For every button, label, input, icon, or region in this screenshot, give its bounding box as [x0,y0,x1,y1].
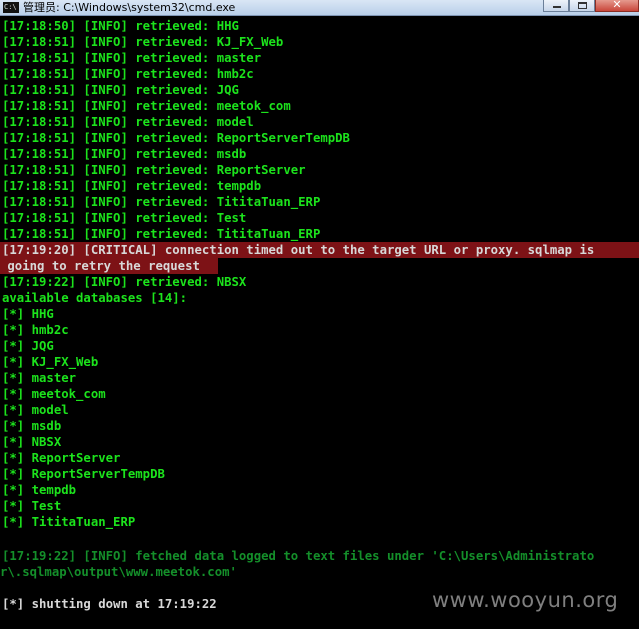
title-bar[interactable]: C:\ 管理员: C:\Windows\system32\cmd.exe ✕ [0,0,639,16]
minimize-button[interactable] [543,0,569,12]
window-controls: ✕ [543,0,639,12]
critical-line-continued: going to retry the request [0,259,200,273]
console-line: [17:18:51] [INFO] retrieved: master [2,51,262,65]
database-item: [*] Test [2,499,62,513]
console-line: [17:18:51] [INFO] retrieved: ReportServe… [2,131,350,145]
database-item: [*] ReportServer [2,451,121,465]
database-item: [*] master [2,371,77,385]
close-icon: ✕ [612,0,622,11]
console-line: [17:19:22] [INFO] fetched data logged to… [2,549,595,563]
maximize-button[interactable] [569,0,595,12]
database-item: [*] ReportServerTempDB [2,467,165,481]
database-item: [*] hmb2c [2,323,69,337]
database-item: [*] model [2,403,69,417]
critical-line: [17:19:20] [CRITICAL] connection timed o… [2,243,595,257]
minimize-icon [553,6,561,8]
maximize-icon [578,2,587,9]
watermark-text: www.wooyun.org [432,588,619,612]
console-line: [17:18:51] [INFO] retrieved: TititaTuan_… [2,195,321,209]
console-line: [17:18:51] [INFO] retrieved: tempdb [2,179,262,193]
database-item: [*] KJ_FX_Web [2,355,99,369]
console-line: [17:18:51] [INFO] retrieved: TititaTuan_… [2,227,321,241]
console-line: [17:19:22] [INFO] retrieved: NBSX [2,275,247,289]
console-line: [17:18:51] [INFO] retrieved: ReportServe… [2,163,306,177]
console-line: [17:18:51] [INFO] retrieved: Test [2,211,247,225]
console-line: [17:18:51] [INFO] retrieved: KJ_FX_Web [2,35,284,49]
console-output[interactable]: [17:18:50] [INFO] retrieved: HHG [17:18:… [0,18,639,629]
database-item: [*] HHG [2,307,54,321]
console-line: [17:18:51] [INFO] retrieved: hmb2c [2,67,254,81]
database-item: [*] NBSX [2,435,62,449]
window-title: 管理员: C:\Windows\system32\cmd.exe [23,1,236,14]
console-line: [17:18:51] [INFO] retrieved: JQG [2,83,239,97]
shutdown-line: [*] shutting down at 17:19:22 [2,597,217,611]
console-line: [17:18:51] [INFO] retrieved: msdb [2,147,247,161]
cmd-icon: C:\ [3,2,19,13]
close-button[interactable]: ✕ [595,0,639,12]
database-item: [*] msdb [2,419,62,433]
console-line: [17:18:51] [INFO] retrieved: model [2,115,254,129]
database-item: [*] JQG [2,339,54,353]
console-line: [17:18:51] [INFO] retrieved: meetok_com [2,99,291,113]
database-item: [*] meetok_com [2,387,106,401]
database-item: [*] tempdb [2,483,77,497]
console-line: [17:18:50] [INFO] retrieved: HHG [2,19,239,33]
console-line: r\.sqlmap\output\www.meetok.com' [0,565,237,579]
database-item: [*] TititaTuan_ERP [2,515,136,529]
databases-heading: available databases [14]: [2,291,188,305]
